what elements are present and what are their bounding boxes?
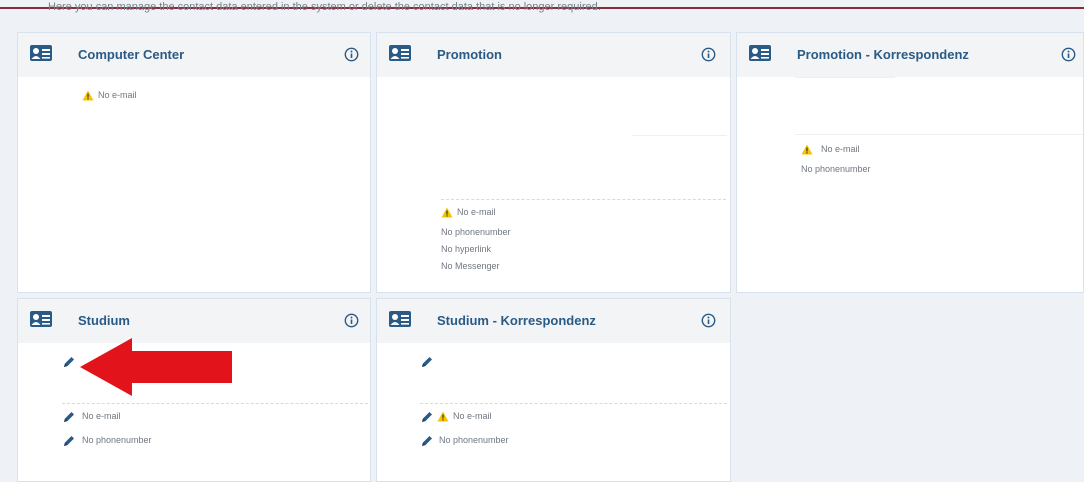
contact-card-icon [389, 311, 411, 327]
intro-text: Here you can manage the contact data ent… [48, 1, 601, 13]
no-email-text: No e-mail [98, 90, 137, 100]
pencil-icon[interactable] [62, 355, 76, 369]
info-icon[interactable] [1061, 47, 1076, 62]
info-icon[interactable] [701, 313, 716, 328]
card-title: Promotion [437, 47, 502, 62]
info-icon[interactable] [344, 47, 359, 62]
info-icon[interactable] [701, 47, 716, 62]
no-phonenumber-text: No phonenumber [82, 435, 152, 445]
no-hyperlink-text: No hyperlink [441, 244, 492, 254]
card-title: Studium [78, 313, 130, 328]
contact-card-promotion: Promotion No e-mail No phonenumber No hy… [376, 32, 731, 293]
card-header: Studium - Korrespondenz [377, 299, 730, 343]
warning-icon [441, 207, 453, 218]
red-arrow-annotation [80, 338, 232, 396]
contact-card-icon [30, 311, 52, 327]
divider [795, 134, 1083, 135]
contact-card-icon [749, 45, 771, 61]
divider [420, 403, 727, 404]
divider [441, 199, 726, 200]
pencil-icon[interactable] [62, 434, 76, 448]
pencil-icon[interactable] [420, 410, 434, 424]
no-email-text: No e-mail [82, 411, 121, 421]
contact-card-icon [389, 45, 411, 61]
no-email-text: No e-mail [453, 411, 492, 421]
pencil-icon[interactable] [420, 434, 434, 448]
divider [795, 77, 895, 78]
warning-icon [82, 90, 94, 101]
contact-card-studium-korrespondenz: Studium - Korrespondenz No e-mail No pho… [376, 298, 731, 482]
card-header: Promotion - Korrespondenz [737, 33, 1083, 77]
card-title: Promotion - Korrespondenz [797, 47, 969, 62]
no-phonenumber-text: No phonenumber [441, 227, 511, 237]
contact-card-promotion-korrespondenz: Promotion - Korrespondenz No e-mail No p… [736, 32, 1084, 293]
card-title: Studium - Korrespondenz [437, 313, 596, 328]
card-title: Computer Center [78, 47, 185, 62]
divider [62, 403, 368, 404]
no-email-text: No e-mail [457, 207, 496, 217]
warning-icon [437, 411, 449, 422]
pencil-icon[interactable] [62, 410, 76, 424]
warning-icon [801, 144, 813, 155]
no-phonenumber-text: No phonenumber [439, 435, 509, 445]
card-header: Promotion [377, 33, 730, 77]
no-messenger-text: No Messenger [441, 261, 500, 271]
no-email-text: No e-mail [821, 144, 860, 154]
contact-card-icon [30, 45, 52, 61]
card-header: Studium [18, 299, 370, 343]
contact-card-computer-center: Computer Center No e-mail [17, 32, 371, 293]
info-icon[interactable] [344, 313, 359, 328]
divider [632, 135, 727, 136]
card-header: Computer Center [18, 33, 370, 77]
no-phonenumber-text: No phonenumber [801, 164, 871, 174]
pencil-icon[interactable] [420, 355, 434, 369]
